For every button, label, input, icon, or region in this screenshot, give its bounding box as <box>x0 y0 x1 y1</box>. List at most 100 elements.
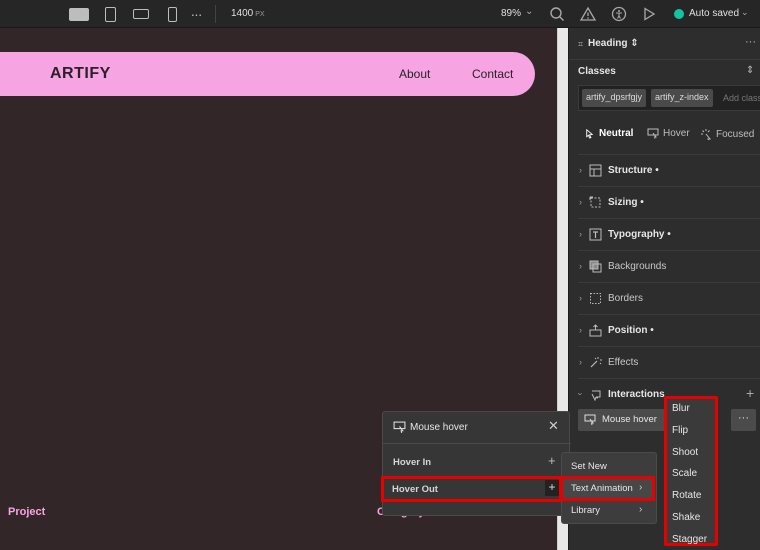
interactions-icon <box>591 390 601 401</box>
chevron-right-icon: › <box>579 165 582 175</box>
zoom-level[interactable]: 89% <box>501 8 521 19</box>
section-effects[interactable]: › Effects <box>578 346 760 378</box>
popup-title: Mouse hover <box>410 422 468 433</box>
section-borders[interactable]: › Borders <box>578 282 760 314</box>
modified-dot: • <box>667 229 671 240</box>
site-navbar[interactable]: ARTIFY About Contact <box>0 52 535 96</box>
animation-option-flip[interactable]: Flip <box>672 425 688 436</box>
warning-icon[interactable] <box>580 6 596 22</box>
chevron-right-icon: › <box>579 325 582 335</box>
section-title: Structure <box>608 165 653 176</box>
position-icon <box>589 324 602 337</box>
tablet-icon[interactable] <box>103 6 117 22</box>
nav-link-about[interactable]: About <box>399 67 430 81</box>
section-title: Effects <box>608 357 639 368</box>
section-title: Borders <box>608 293 644 304</box>
animation-option-scale[interactable]: Scale <box>672 468 697 479</box>
zoom-chevron-icon[interactable]: ⌄ <box>525 6 533 17</box>
mouse-hover-icon <box>393 421 406 434</box>
cursor-click-icon <box>586 128 594 139</box>
element-type-toggle-icon: ⇕ <box>630 38 639 49</box>
chevron-right-icon: › <box>579 357 582 367</box>
section-typography[interactable]: › Typography • <box>578 218 760 250</box>
section-label: Structure • <box>608 165 659 176</box>
accessibility-icon[interactable] <box>611 6 627 22</box>
animation-option-shoot[interactable]: Shoot <box>672 447 698 458</box>
state-tab-label: Focused <box>716 128 755 140</box>
section-label: Position • <box>608 325 654 336</box>
element-type-label: Heading <box>588 38 628 49</box>
state-tab-focused[interactable]: Focused <box>700 128 754 140</box>
tablet-landscape-icon[interactable] <box>132 6 150 22</box>
play-icon[interactable] <box>641 6 657 22</box>
modified-dot: • <box>650 325 654 336</box>
animation-option-stagger[interactable]: Stagger <box>672 534 707 545</box>
layout-icon <box>589 164 602 177</box>
menu-item-set-new[interactable]: Set New <box>571 461 607 472</box>
section-structure[interactable]: › Structure • <box>578 154 760 186</box>
search-icon[interactable] <box>549 6 565 22</box>
site-logo[interactable]: ARTIFY <box>50 65 111 83</box>
add-hover-out-icon[interactable]: + <box>545 480 559 496</box>
menu-item-text-animation-label[interactable]: Text Animation <box>571 483 633 494</box>
hover-out-label[interactable]: Hover Out <box>392 484 438 495</box>
section-position[interactable]: › Position • <box>578 314 760 346</box>
animation-option-shake[interactable]: Shake <box>672 512 700 523</box>
popup-divider <box>383 443 571 444</box>
canvas-width-unit: PX <box>255 11 265 18</box>
desktop-icon[interactable] <box>68 6 90 22</box>
add-class-input[interactable]: Add class <box>723 93 760 103</box>
element-type-selector[interactable]: Heading ⇕ <box>588 38 639 49</box>
add-interaction-icon[interactable]: + <box>746 385 754 401</box>
phone-icon[interactable] <box>166 6 178 22</box>
autosave-label[interactable]: Auto saved <box>689 8 739 19</box>
section-label: Typography • <box>608 229 671 240</box>
modified-dot: • <box>640 197 644 208</box>
chevron-right-icon: › <box>579 261 582 271</box>
section-title: Position <box>608 325 648 336</box>
state-tabs: Neutral Hover Focused <box>569 124 760 146</box>
nav-link-contact[interactable]: Contact <box>472 67 513 81</box>
hover-icon <box>647 128 659 139</box>
state-tab-hover[interactable]: Hover <box>647 128 690 139</box>
toolbar-divider <box>215 5 216 23</box>
modified-dot: • <box>655 165 659 176</box>
section-backgrounds[interactable]: › Backgrounds <box>578 250 760 282</box>
section-title: Typography <box>608 229 665 240</box>
state-tab-label: Hover <box>663 128 690 139</box>
section-title: Sizing <box>608 197 638 208</box>
class-chip[interactable]: artify_z-index <box>651 89 713 107</box>
state-tab-label: Neutral <box>599 128 634 139</box>
animation-option-blur[interactable]: Blur <box>672 403 690 414</box>
hover-in-label[interactable]: Hover In <box>393 457 431 468</box>
menu-item-library[interactable]: Library <box>571 505 600 516</box>
more-devices-icon[interactable]: ··· <box>189 6 203 22</box>
canvas-width[interactable]: 1400 PX <box>231 8 265 19</box>
interaction-more-icon[interactable]: ··· <box>731 409 756 431</box>
backgrounds-icon <box>589 260 602 273</box>
panel-header: ⌗ Heading ⇕ ··· <box>569 28 760 60</box>
chevron-right-icon: › <box>579 293 582 303</box>
section-sizing[interactable]: › Sizing • <box>578 186 760 218</box>
animation-option-rotate[interactable]: Rotate <box>672 490 701 501</box>
chevron-down-icon: › <box>575 392 586 396</box>
autosave-status-icon <box>674 9 684 19</box>
classes-toggle-icon[interactable]: ⇕ <box>746 65 754 76</box>
chevron-right-icon: › <box>579 197 582 207</box>
add-hover-in-icon[interactable]: + <box>548 453 556 468</box>
panel-more-icon[interactable]: ··· <box>745 36 756 48</box>
typography-icon <box>589 228 602 241</box>
class-selector[interactable]: artify_dpsrfgjy artify_z-index Add class <box>578 85 760 111</box>
state-tab-neutral[interactable]: Neutral <box>584 128 633 139</box>
class-chip[interactable]: artify_dpsrfgjy <box>582 89 647 107</box>
footer-project-label[interactable]: Project <box>8 506 45 518</box>
chevron-right-icon: › <box>639 482 643 493</box>
borders-icon <box>590 293 601 304</box>
interaction-row-label: Mouse hover <box>602 414 657 425</box>
effects-icon <box>590 357 602 368</box>
focus-icon <box>701 129 712 140</box>
close-icon[interactable]: ✕ <box>548 418 559 434</box>
chevron-right-icon: › <box>579 229 582 239</box>
autosave-chevron-icon[interactable]: ⌄ <box>741 7 749 18</box>
section-label: Sizing • <box>608 197 644 208</box>
